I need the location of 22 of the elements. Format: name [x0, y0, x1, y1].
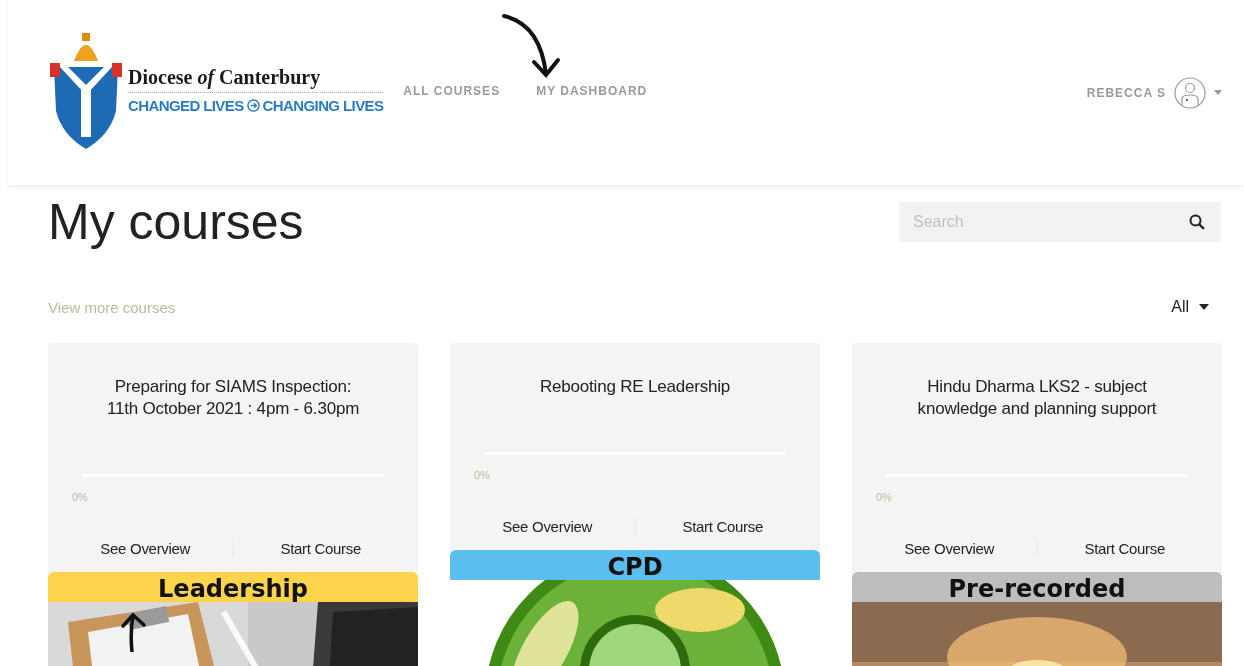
filter-dropdown[interactable]: All: [1165, 297, 1221, 317]
logo-tagline: CHANGED LIVES: [128, 96, 244, 114]
avatar-icon[interactable]: [1174, 76, 1206, 109]
course-title: Preparing for SIAMS Inspection: 11th October 2021 : 4pm - 6.30pm: [105, 376, 361, 420]
course-action-button[interactable]: Start Course: [634, 517, 810, 536]
diocese-crest-icon: [50, 30, 122, 149]
progress-percent: 0%: [72, 491, 89, 503]
search-icon[interactable]: [1189, 214, 1205, 230]
course-action-button[interactable]: Start Course: [1036, 539, 1212, 558]
course-title: Rebooting RE Leadership: [538, 376, 732, 398]
course-action-button[interactable]: Start Course: [232, 539, 408, 558]
caret-icon[interactable]: [1199, 304, 1209, 310]
course-action-button[interactable]: See Overview: [58, 539, 233, 558]
hand-drawn-arrow-icon: [118, 612, 148, 652]
progress-percent: 0%: [876, 491, 893, 503]
progress-percent: 0%: [474, 469, 491, 481]
logo-tagline: CHANGING LIVES: [262, 96, 384, 114]
logo-title: Diocese of Canterbury: [128, 65, 384, 93]
course-title: Hindu Dharma LKS2 - subject knowledge and planning support: [916, 376, 1158, 420]
course-action-button[interactable]: See Overview: [862, 539, 1037, 558]
page-title: My courses: [48, 193, 304, 251]
course-action-button[interactable]: See Overview: [460, 517, 635, 536]
